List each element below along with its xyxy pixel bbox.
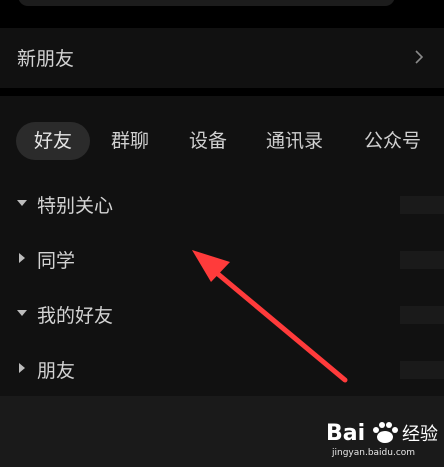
baidu-jingyan-watermark: Bai 经验 jingyan.baidu.com <box>326 412 438 462</box>
chevron-right-icon <box>415 50 423 64</box>
new-friends-label: 新朋友 <box>17 48 75 70</box>
group-label: 我的好友 <box>37 305 114 327</box>
group-row-classmates[interactable]: 同学 <box>0 237 444 281</box>
caret-down-icon <box>17 310 27 316</box>
baidu-jingyan-logo: Bai 经验 <box>326 421 438 446</box>
tab-friends[interactable]: 好友 <box>16 122 90 160</box>
group-label: 同学 <box>37 250 76 272</box>
tab-official-accounts[interactable]: 公众号 <box>364 122 421 160</box>
svg-text:Bai: Bai <box>326 421 365 446</box>
watermark-url: jingyan.baidu.com <box>332 448 416 458</box>
section-divider <box>0 88 444 96</box>
group-row-my-friends[interactable]: 我的好友 <box>0 292 444 336</box>
tab-address-book[interactable]: 通讯录 <box>266 122 323 160</box>
contact-tabs: 好友 群聊 设备 通讯录 公众号 <box>0 122 444 162</box>
caret-down-icon <box>17 200 27 206</box>
group-label: 特别关心 <box>37 195 114 217</box>
svg-text:经验: 经验 <box>402 424 438 445</box>
caret-right-icon <box>19 253 25 263</box>
group-count <box>400 251 444 269</box>
group-row-friends[interactable]: 朋友 <box>0 347 444 391</box>
group-label: 朋友 <box>37 360 76 382</box>
group-row-special-care[interactable]: 特别关心 <box>0 182 444 226</box>
tab-groups[interactable]: 群聊 <box>111 122 149 160</box>
tab-devices[interactable]: 设备 <box>189 122 227 160</box>
caret-right-icon <box>19 363 25 373</box>
new-friends-row[interactable]: 新朋友 <box>0 28 444 88</box>
group-count <box>400 306 444 324</box>
group-count <box>400 361 444 379</box>
search-bar[interactable] <box>18 0 395 6</box>
group-count <box>400 196 444 214</box>
